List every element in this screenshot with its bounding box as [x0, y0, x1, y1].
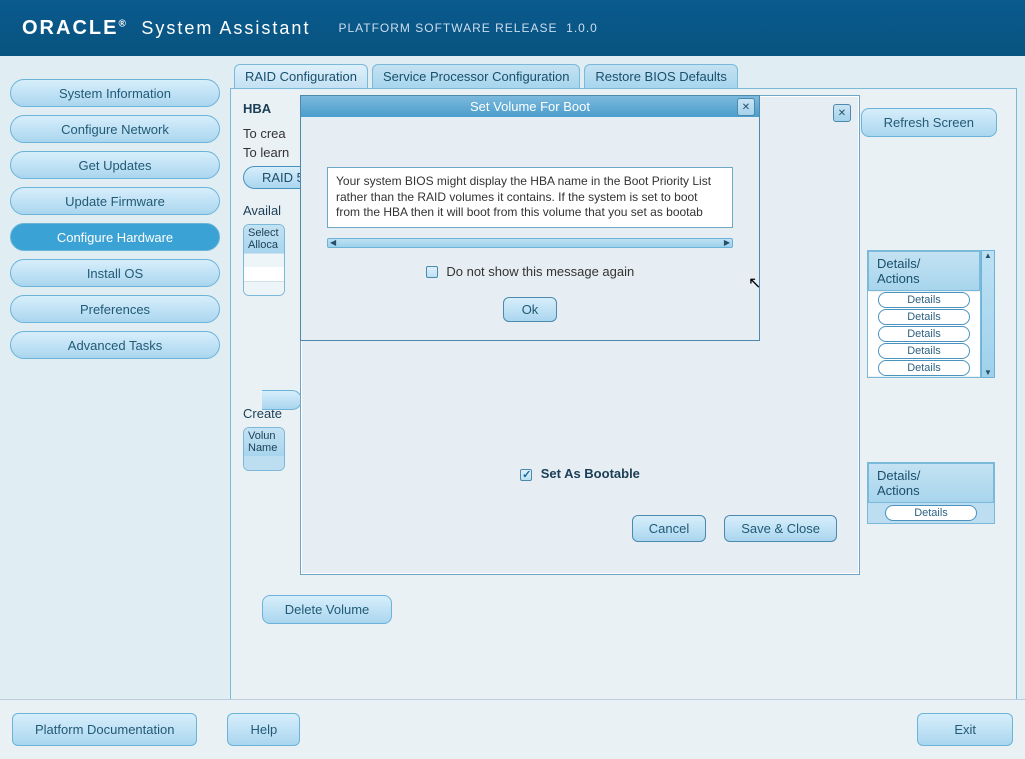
- tab-restore-bios-defaults[interactable]: Restore BIOS Defaults: [584, 64, 738, 88]
- nav-update-firmware[interactable]: Update Firmware: [10, 187, 220, 215]
- suppress-checkbox[interactable]: [426, 266, 438, 278]
- dialog-message: Your system BIOS might display the HBA n…: [327, 167, 733, 228]
- nav-get-updates[interactable]: Get Updates: [10, 151, 220, 179]
- details-button[interactable]: Details: [885, 505, 977, 521]
- save-close-button[interactable]: Save & Close: [724, 515, 837, 542]
- details-button[interactable]: Details: [878, 309, 970, 325]
- details-button[interactable]: Details: [878, 326, 970, 342]
- footer: Platform Documentation Help Exit: [0, 699, 1025, 759]
- scrollbar[interactable]: [981, 250, 995, 378]
- horizontal-scrollbar[interactable]: ◀▶: [327, 238, 733, 248]
- details-actions-header: Details/ Actions: [868, 251, 980, 291]
- tab-raid-configuration[interactable]: RAID Configuration: [234, 64, 368, 88]
- header: ORACLE® System Assistant PLATFORM SOFTWA…: [0, 0, 1025, 56]
- refresh-screen-button[interactable]: Refresh Screen: [861, 108, 997, 137]
- cancel-button[interactable]: Cancel: [632, 515, 706, 542]
- cursor-icon: ↖: [748, 273, 761, 293]
- nav-install-os[interactable]: Install OS: [10, 259, 220, 287]
- boot-info-dialog: Set Volume For Boot ✕ Your system BIOS m…: [300, 95, 760, 341]
- tabs: RAID Configuration Service Processor Con…: [234, 64, 1017, 88]
- volume-name-header: Volun Name: [244, 428, 284, 456]
- truncated-button[interactable]: [262, 390, 302, 410]
- platform-documentation-button[interactable]: Platform Documentation: [12, 713, 197, 746]
- tab-service-processor-configuration[interactable]: Service Processor Configuration: [372, 64, 580, 88]
- ok-button[interactable]: Ok: [503, 297, 558, 322]
- close-icon[interactable]: ✕: [737, 98, 755, 116]
- logo: ORACLE® System Assistant: [22, 17, 310, 40]
- exit-button[interactable]: Exit: [917, 713, 1013, 746]
- help-button[interactable]: Help: [227, 713, 300, 746]
- set-bootable-label: Set As Bootable: [541, 466, 640, 481]
- details-button[interactable]: Details: [878, 343, 970, 359]
- nav-system-information[interactable]: System Information: [10, 79, 220, 107]
- nav-configure-network[interactable]: Configure Network: [10, 115, 220, 143]
- select-alloc-header: Select Alloca: [244, 225, 284, 253]
- nav-configure-hardware[interactable]: Configure Hardware: [10, 223, 220, 251]
- details-actions-header-2: Details/ Actions: [868, 463, 994, 503]
- release-label: PLATFORM SOFTWARE RELEASE 1.0.0: [338, 21, 597, 35]
- nav-preferences[interactable]: Preferences: [10, 295, 220, 323]
- details-button[interactable]: Details: [878, 360, 970, 376]
- delete-volume-button[interactable]: Delete Volume: [262, 595, 392, 624]
- set-bootable-checkbox[interactable]: [520, 469, 532, 481]
- details-button[interactable]: Details: [878, 292, 970, 308]
- sidebar: System Information Configure Network Get…: [0, 64, 230, 699]
- dialog-titlebar: Set Volume For Boot ✕: [301, 96, 759, 117]
- close-icon[interactable]: ✕: [833, 104, 851, 122]
- nav-advanced-tasks[interactable]: Advanced Tasks: [10, 331, 220, 359]
- suppress-label: Do not show this message again: [446, 264, 634, 279]
